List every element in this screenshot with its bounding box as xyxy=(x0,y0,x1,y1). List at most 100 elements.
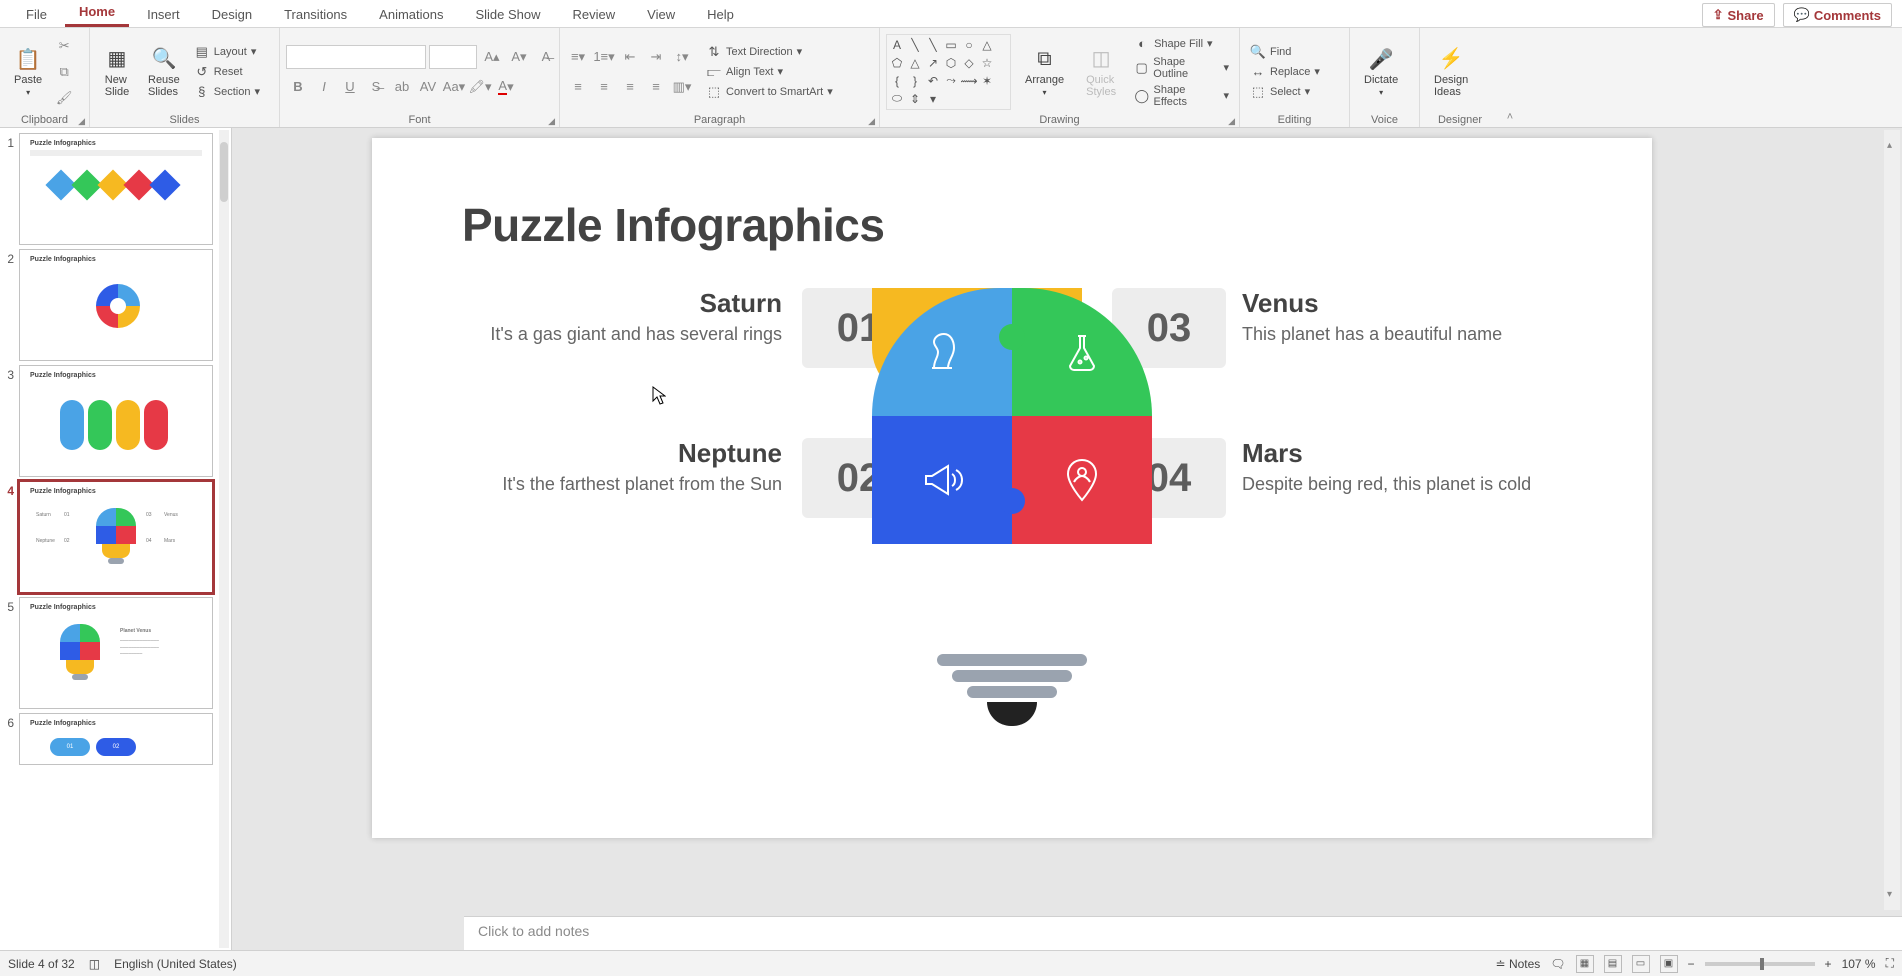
strike-button[interactable]: S̶ xyxy=(364,75,388,99)
tab-transitions[interactable]: Transitions xyxy=(270,1,361,27)
lightbulb-graphic[interactable] xyxy=(872,288,1152,788)
line-spacing-button[interactable]: ↕▾ xyxy=(670,45,694,69)
thumbnail-3[interactable]: 3 Puzzle Infographics xyxy=(4,366,231,476)
bold-button[interactable]: B xyxy=(286,75,310,99)
shape-fill-button[interactable]: ◐Shape Fill ▾ xyxy=(1130,35,1233,53)
dialog-launcher-icon[interactable]: ◢ xyxy=(548,116,555,127)
shape-outline-button[interactable]: ▢Shape Outline ▾ xyxy=(1130,55,1233,81)
zoom-level[interactable]: 107 % xyxy=(1842,957,1876,971)
notes-pane[interactable]: Click to add notes xyxy=(464,916,1902,950)
italic-button[interactable]: I xyxy=(312,75,336,99)
align-left-button[interactable]: ≡ xyxy=(566,75,590,99)
tab-slideshow[interactable]: Slide Show xyxy=(461,1,554,27)
section-button[interactable]: §Section ▾ xyxy=(190,83,264,101)
underline-button[interactable]: U xyxy=(338,75,362,99)
paste-button[interactable]: 📋Paste▾ xyxy=(6,44,50,99)
font-color-button[interactable]: A▾ xyxy=(494,75,518,99)
font-size-combo[interactable] xyxy=(429,45,477,69)
sorter-view-button[interactable]: ▤ xyxy=(1604,955,1622,973)
canvas-vertical-scrollbar[interactable]: ▴ ▾ xyxy=(1884,130,1900,910)
thumbnail-2[interactable]: 2 Puzzle Infographics xyxy=(4,250,231,360)
item-venus[interactable]: Venus This planet has a beautiful name xyxy=(1242,288,1562,346)
shape-effects-button[interactable]: ◯Shape Effects ▾ xyxy=(1130,83,1233,109)
slideshow-view-button[interactable]: ▣ xyxy=(1660,955,1678,973)
scroll-down-icon[interactable]: ▾ xyxy=(1887,889,1892,900)
zoom-in-button[interactable]: + xyxy=(1825,957,1832,971)
thumbnail-1[interactable]: 1 Puzzle Infographics xyxy=(4,134,231,244)
arrange-button[interactable]: ⧉Arrange▾ xyxy=(1017,44,1072,99)
slide-title[interactable]: Puzzle Infographics xyxy=(462,198,884,252)
thumbnail-4[interactable]: 4 Puzzle Infographics Saturn 01 Neptune … xyxy=(4,482,231,592)
numbering-button[interactable]: 1≡▾ xyxy=(592,45,616,69)
bullets-button[interactable]: ≡▾ xyxy=(566,45,590,69)
collapse-ribbon-button[interactable]: ˄ xyxy=(1500,28,1520,127)
puzzle-piece-2[interactable] xyxy=(1012,288,1152,416)
shape-textbox-icon[interactable]: A xyxy=(889,37,905,53)
scroll-up-icon[interactable]: ▴ xyxy=(1887,140,1892,151)
dictate-button[interactable]: 🎤Dictate▾ xyxy=(1356,44,1406,99)
puzzle-piece-3[interactable] xyxy=(872,416,1012,544)
thumbnail-5[interactable]: 5 Puzzle Infographics Planet Venus –––––… xyxy=(4,598,231,708)
notes-toggle[interactable]: ≐ Notes xyxy=(1496,957,1541,971)
tab-animations[interactable]: Animations xyxy=(365,1,457,27)
layout-button[interactable]: ▤Layout ▾ xyxy=(190,43,264,61)
dialog-launcher-icon[interactable]: ◢ xyxy=(78,116,85,127)
replace-button[interactable]: ↔Replace ▾ xyxy=(1246,63,1324,81)
cut-button[interactable]: ✂ xyxy=(52,34,76,58)
decrease-indent-button[interactable]: ⇤ xyxy=(618,45,642,69)
share-button[interactable]: ⇪Share xyxy=(1702,3,1775,27)
zoom-out-button[interactable]: − xyxy=(1688,957,1695,971)
tab-insert[interactable]: Insert xyxy=(133,1,194,27)
shapes-gallery[interactable]: A╲╲▭○△⬠ △↗⬡◇☆{} ↶⤳⟿✶⬭⇕▾ xyxy=(886,34,1011,110)
align-center-button[interactable]: ≡ xyxy=(592,75,616,99)
comments-status-icon[interactable]: 🗨 xyxy=(1550,957,1565,971)
align-right-button[interactable]: ≡ xyxy=(618,75,642,99)
language-status[interactable]: English (United States) xyxy=(114,957,237,971)
zoom-slider[interactable] xyxy=(1705,962,1815,966)
reset-button[interactable]: ↺Reset xyxy=(190,63,264,81)
tab-review[interactable]: Review xyxy=(559,1,630,27)
new-slide-button[interactable]: ▦New Slide xyxy=(96,44,138,100)
slide[interactable]: Puzzle Infographics Saturn It's a gas gi… xyxy=(372,138,1652,838)
shadow-button[interactable]: ab xyxy=(390,75,414,99)
thumbnail-6[interactable]: 6 Puzzle Infographics 01 02 xyxy=(4,714,231,764)
dialog-launcher-icon[interactable]: ◢ xyxy=(1228,116,1235,127)
copy-button[interactable]: ⧉ xyxy=(52,60,76,84)
slide-thumbnails-pane[interactable]: 1 Puzzle Infographics 2 Puzzle Infograph… xyxy=(0,128,232,950)
tab-view[interactable]: View xyxy=(633,1,689,27)
columns-button[interactable]: ▥▾ xyxy=(670,75,694,99)
reading-view-button[interactable]: ▭ xyxy=(1632,955,1650,973)
format-painter-button[interactable]: 🖌 xyxy=(52,86,76,110)
thumbnails-scrollbar[interactable] xyxy=(219,130,229,948)
fit-to-window-button[interactable]: ⛶ xyxy=(1886,956,1894,971)
highlight-button[interactable]: 🖍▾ xyxy=(468,75,492,99)
normal-view-button[interactable]: ▦ xyxy=(1576,955,1594,973)
accessibility-icon[interactable]: ◫ xyxy=(89,957,100,971)
change-case-button[interactable]: Aa▾ xyxy=(442,75,466,99)
select-button[interactable]: ⬚Select ▾ xyxy=(1246,83,1324,101)
item-mars[interactable]: Mars Despite being red, this planet is c… xyxy=(1242,438,1562,496)
increase-indent-button[interactable]: ⇥ xyxy=(644,45,668,69)
shrink-font-button[interactable]: A▾ xyxy=(507,45,531,69)
tab-home[interactable]: Home xyxy=(65,0,129,27)
font-family-combo[interactable] xyxy=(286,45,426,69)
puzzle-piece-4[interactable] xyxy=(1012,416,1152,544)
quick-styles-button[interactable]: ◫Quick Styles xyxy=(1078,44,1124,100)
slide-canvas-area[interactable]: Puzzle Infographics Saturn It's a gas gi… xyxy=(232,128,1902,950)
reuse-slides-button[interactable]: 🔍Reuse Slides xyxy=(140,44,188,100)
justify-button[interactable]: ≡ xyxy=(644,75,668,99)
grow-font-button[interactable]: A▴ xyxy=(480,45,504,69)
text-direction-button[interactable]: ⇅Text Direction ▾ xyxy=(702,43,837,61)
tab-design[interactable]: Design xyxy=(198,1,266,27)
smartart-button[interactable]: ⬚Convert to SmartArt ▾ xyxy=(702,83,837,101)
char-spacing-button[interactable]: AV xyxy=(416,75,440,99)
clear-format-button[interactable]: A̶ xyxy=(534,45,558,69)
align-text-button[interactable]: ⫍Align Text ▾ xyxy=(702,63,837,81)
tab-file[interactable]: File xyxy=(12,1,61,27)
design-ideas-button[interactable]: ⚡Design Ideas xyxy=(1426,44,1476,100)
item-saturn[interactable]: Saturn It's a gas giant and has several … xyxy=(462,288,782,346)
find-button[interactable]: 🔍Find xyxy=(1246,43,1324,61)
gallery-more-icon[interactable]: ▾ xyxy=(925,91,941,107)
item-neptune[interactable]: Neptune It's the farthest planet from th… xyxy=(462,438,782,496)
tab-help[interactable]: Help xyxy=(693,1,748,27)
